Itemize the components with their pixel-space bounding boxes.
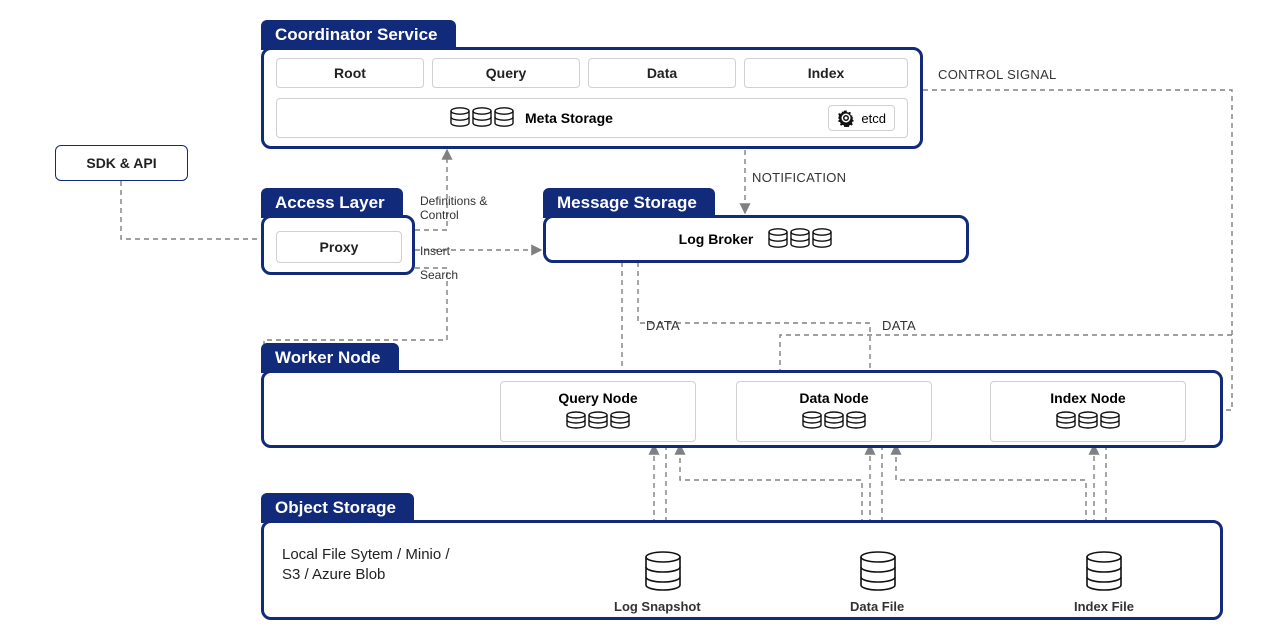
object-storage-desc: Local File Sytem / Minio / S3 / Azure Bl… [282, 545, 450, 586]
definitions-label-2: Control [420, 208, 459, 222]
data-file-label: Data File [850, 599, 904, 614]
object-storage-desc-1: Local File Sytem / Minio / [282, 545, 450, 565]
meta-storage-db-icon [449, 106, 515, 130]
gear-icon [837, 109, 855, 127]
index-file-group [1084, 551, 1130, 593]
meta-storage-row: Meta Storage etcd [276, 98, 908, 138]
object-storage-panel: Object Storage Local File Sytem / Minio … [261, 520, 1223, 620]
etcd-label: etcd [861, 111, 886, 126]
log-snapshot-group [630, 551, 696, 593]
data-file-db-icon [858, 551, 904, 593]
data-node-box: Data Node [736, 381, 932, 442]
object-storage-desc-2: S3 / Azure Blob [282, 565, 450, 585]
worker-node-panel: Worker Node Query Node Data Node Index N… [261, 370, 1223, 448]
access-layer-panel: Access Layer Proxy [261, 215, 415, 275]
data-label-1: DATA [646, 318, 680, 333]
log-snapshot-db-icon [630, 551, 696, 593]
index-node-box: Index Node [990, 381, 1186, 442]
message-storage-title: Message Storage [543, 188, 715, 218]
definitions-label-1: Definitions & [420, 194, 487, 208]
query-node-box: Query Node [500, 381, 696, 442]
data-node-label: Data Node [737, 390, 931, 406]
data-label-2: DATA [882, 318, 916, 333]
index-file-db-icon [1084, 551, 1130, 593]
log-snapshot-label: Log Snapshot [614, 599, 701, 614]
coordinator-tab-index-label: Index [808, 65, 845, 81]
sdk-api-label: SDK & API [86, 155, 156, 171]
coordinator-tab-data-label: Data [647, 65, 677, 81]
control-signal-label: CONTROL SIGNAL [938, 67, 1057, 82]
coordinator-tab-query: Query [432, 58, 580, 88]
index-node-db-icon [1055, 410, 1121, 432]
message-storage-panel: Message Storage Log Broker [543, 215, 969, 263]
insert-label: Insert [420, 244, 450, 258]
proxy-box: Proxy [276, 231, 402, 263]
coordinator-service-title: Coordinator Service [261, 20, 456, 50]
sdk-api-box: SDK & API [55, 145, 188, 181]
notification-label: NOTIFICATION [752, 170, 846, 185]
coordinator-tab-root: Root [276, 58, 424, 88]
log-broker-label: Log Broker [679, 231, 754, 247]
data-node-db-icon [801, 410, 867, 432]
query-node-db-icon [565, 410, 631, 432]
coordinator-tab-data: Data [588, 58, 736, 88]
coordinator-tab-root-label: Root [334, 65, 366, 81]
meta-storage-label: Meta Storage [525, 110, 613, 126]
search-label: Search [420, 268, 458, 282]
data-file-group [858, 551, 904, 593]
worker-node-title: Worker Node [261, 343, 399, 373]
coordinator-service-panel: Coordinator Service Root Query Data Inde… [261, 47, 923, 149]
coordinator-tab-query-label: Query [486, 65, 526, 81]
proxy-label: Proxy [320, 239, 359, 255]
index-node-label: Index Node [991, 390, 1185, 406]
index-file-label: Index File [1074, 599, 1134, 614]
object-storage-title: Object Storage [261, 493, 414, 523]
etcd-box: etcd [828, 105, 895, 131]
log-broker-db-icon [767, 227, 833, 251]
query-node-label: Query Node [501, 390, 695, 406]
coordinator-tab-index: Index [744, 58, 908, 88]
access-layer-title: Access Layer [261, 188, 403, 218]
